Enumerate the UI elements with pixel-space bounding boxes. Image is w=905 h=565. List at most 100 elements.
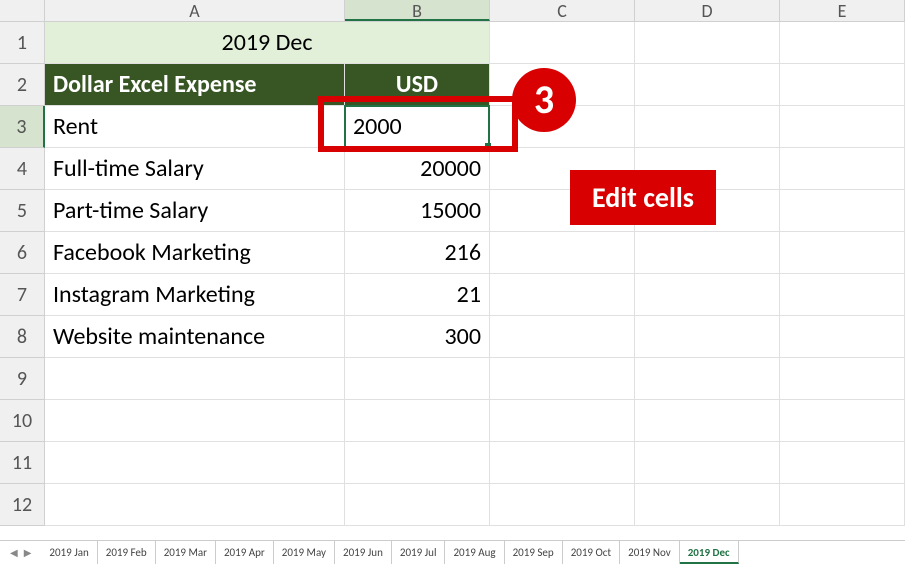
col-header-e[interactable]: E (780, 0, 905, 21)
row-1: 1 2019 Dec (0, 22, 905, 64)
sheet-tab-jan[interactable]: 2019 Jan (41, 541, 97, 564)
row-header-4[interactable]: 4 (0, 148, 45, 190)
row-7: 7 Instagram Marketing 21 (0, 274, 905, 316)
cell-a6[interactable]: Facebook Marketing (45, 232, 345, 274)
cell-c8[interactable] (490, 316, 635, 358)
cell-a11[interactable] (45, 442, 345, 484)
cell-a9[interactable] (45, 358, 345, 400)
cell-a7[interactable]: Instagram Marketing (45, 274, 345, 316)
cell-b5[interactable]: 15000 (345, 190, 490, 232)
cell-edit-input[interactable] (345, 106, 490, 148)
sheet-tab-mar[interactable]: 2019 Mar (156, 541, 216, 564)
cell-a4[interactable]: Full-time Salary (45, 148, 345, 190)
cell-e1[interactable] (780, 22, 905, 64)
row-6: 6 Facebook Marketing 216 (0, 232, 905, 274)
cell-e5[interactable] (780, 190, 905, 232)
cell-e10[interactable] (780, 400, 905, 442)
row-header-6[interactable]: 6 (0, 232, 45, 274)
tab-prev-icon[interactable]: ◀ (10, 546, 18, 559)
select-all-corner[interactable] (0, 0, 45, 21)
cell-c10[interactable] (490, 400, 635, 442)
row-header-3[interactable]: 3 (0, 106, 45, 148)
cell-e12[interactable] (780, 484, 905, 526)
cell-a3[interactable]: Rent (45, 106, 345, 148)
sheet-tab-jul[interactable]: 2019 Jul (392, 541, 446, 564)
cell-c6[interactable] (490, 232, 635, 274)
cell-b11[interactable] (345, 442, 490, 484)
cell-e3[interactable] (780, 106, 905, 148)
row-header-5[interactable]: 5 (0, 190, 45, 232)
row-9: 9 (0, 358, 905, 400)
row-header-12[interactable]: 12 (0, 484, 45, 526)
annotation-step-badge: 3 (512, 68, 576, 132)
cell-e2[interactable] (780, 64, 905, 106)
cell-e4[interactable] (780, 148, 905, 190)
row-header-9[interactable]: 9 (0, 358, 45, 400)
cell-d9[interactable] (635, 358, 780, 400)
cell-d10[interactable] (635, 400, 780, 442)
spreadsheet-grid: A B C D E 1 2019 Dec 2 Dollar Excel Expe… (0, 0, 905, 526)
row-header-11[interactable]: 11 (0, 442, 45, 484)
row-4: 4 Full-time Salary 20000 (0, 148, 905, 190)
header-usd[interactable]: USD (345, 64, 490, 106)
cell-b9[interactable] (345, 358, 490, 400)
cell-d2[interactable] (635, 64, 780, 106)
cell-e8[interactable] (780, 316, 905, 358)
cell-a5[interactable]: Part-time Salary (45, 190, 345, 232)
cell-d3[interactable] (635, 106, 780, 148)
cell-b12[interactable] (345, 484, 490, 526)
cell-e11[interactable] (780, 442, 905, 484)
cell-e7[interactable] (780, 274, 905, 316)
cell-d11[interactable] (635, 442, 780, 484)
sheet-tab-feb[interactable]: 2019 Feb (98, 541, 156, 564)
cell-c7[interactable] (490, 274, 635, 316)
sheet-tab-nov[interactable]: 2019 Nov (620, 541, 680, 564)
cell-d1[interactable] (635, 22, 780, 64)
row-header-2[interactable]: 2 (0, 64, 45, 106)
header-expense[interactable]: Dollar Excel Expense (45, 64, 345, 106)
cell-d7[interactable] (635, 274, 780, 316)
cell-e6[interactable] (780, 232, 905, 274)
row-12: 12 (0, 484, 905, 526)
cell-b10[interactable] (345, 400, 490, 442)
tab-nav-arrows[interactable]: ◀ ▶ (0, 546, 41, 559)
cell-d8[interactable] (635, 316, 780, 358)
cell-e9[interactable] (780, 358, 905, 400)
row-header-8[interactable]: 8 (0, 316, 45, 358)
sheet-tab-aug[interactable]: 2019 Aug (445, 541, 504, 564)
row-header-7[interactable]: 7 (0, 274, 45, 316)
cell-c11[interactable] (490, 442, 635, 484)
row-header-1[interactable]: 1 (0, 22, 45, 64)
col-header-a[interactable]: A (45, 0, 345, 21)
sheet-tab-sep[interactable]: 2019 Sep (505, 541, 563, 564)
cell-c12[interactable] (490, 484, 635, 526)
title-cell[interactable]: 2019 Dec (45, 22, 490, 64)
cell-c9[interactable] (490, 358, 635, 400)
col-header-b[interactable]: B (345, 0, 490, 21)
row-header-10[interactable]: 10 (0, 400, 45, 442)
cell-d6[interactable] (635, 232, 780, 274)
annotation-callout: Edit cells (570, 170, 716, 225)
row-10: 10 (0, 400, 905, 442)
cell-b8[interactable]: 300 (345, 316, 490, 358)
sheet-tab-may[interactable]: 2019 May (274, 541, 335, 564)
sheet-tab-oct[interactable]: 2019 Oct (563, 541, 620, 564)
row-8: 8 Website maintenance 300 (0, 316, 905, 358)
cell-b4[interactable]: 20000 (345, 148, 490, 190)
tab-next-icon[interactable]: ▶ (24, 546, 32, 559)
col-header-d[interactable]: D (635, 0, 780, 21)
sheet-tab-jun[interactable]: 2019 Jun (335, 541, 392, 564)
row-5: 5 Part-time Salary 15000 (0, 190, 905, 232)
cell-a12[interactable] (45, 484, 345, 526)
cell-b7[interactable]: 21 (345, 274, 490, 316)
cell-d12[interactable] (635, 484, 780, 526)
col-header-c[interactable]: C (490, 0, 635, 21)
sheet-tab-dec[interactable]: 2019 Dec (680, 541, 739, 564)
row-11: 11 (0, 442, 905, 484)
cell-a8[interactable]: Website maintenance (45, 316, 345, 358)
cell-a10[interactable] (45, 400, 345, 442)
cell-c1[interactable] (490, 22, 635, 64)
row-2: 2 Dollar Excel Expense USD (0, 64, 905, 106)
sheet-tab-apr[interactable]: 2019 Apr (216, 541, 274, 564)
cell-b6[interactable]: 216 (345, 232, 490, 274)
